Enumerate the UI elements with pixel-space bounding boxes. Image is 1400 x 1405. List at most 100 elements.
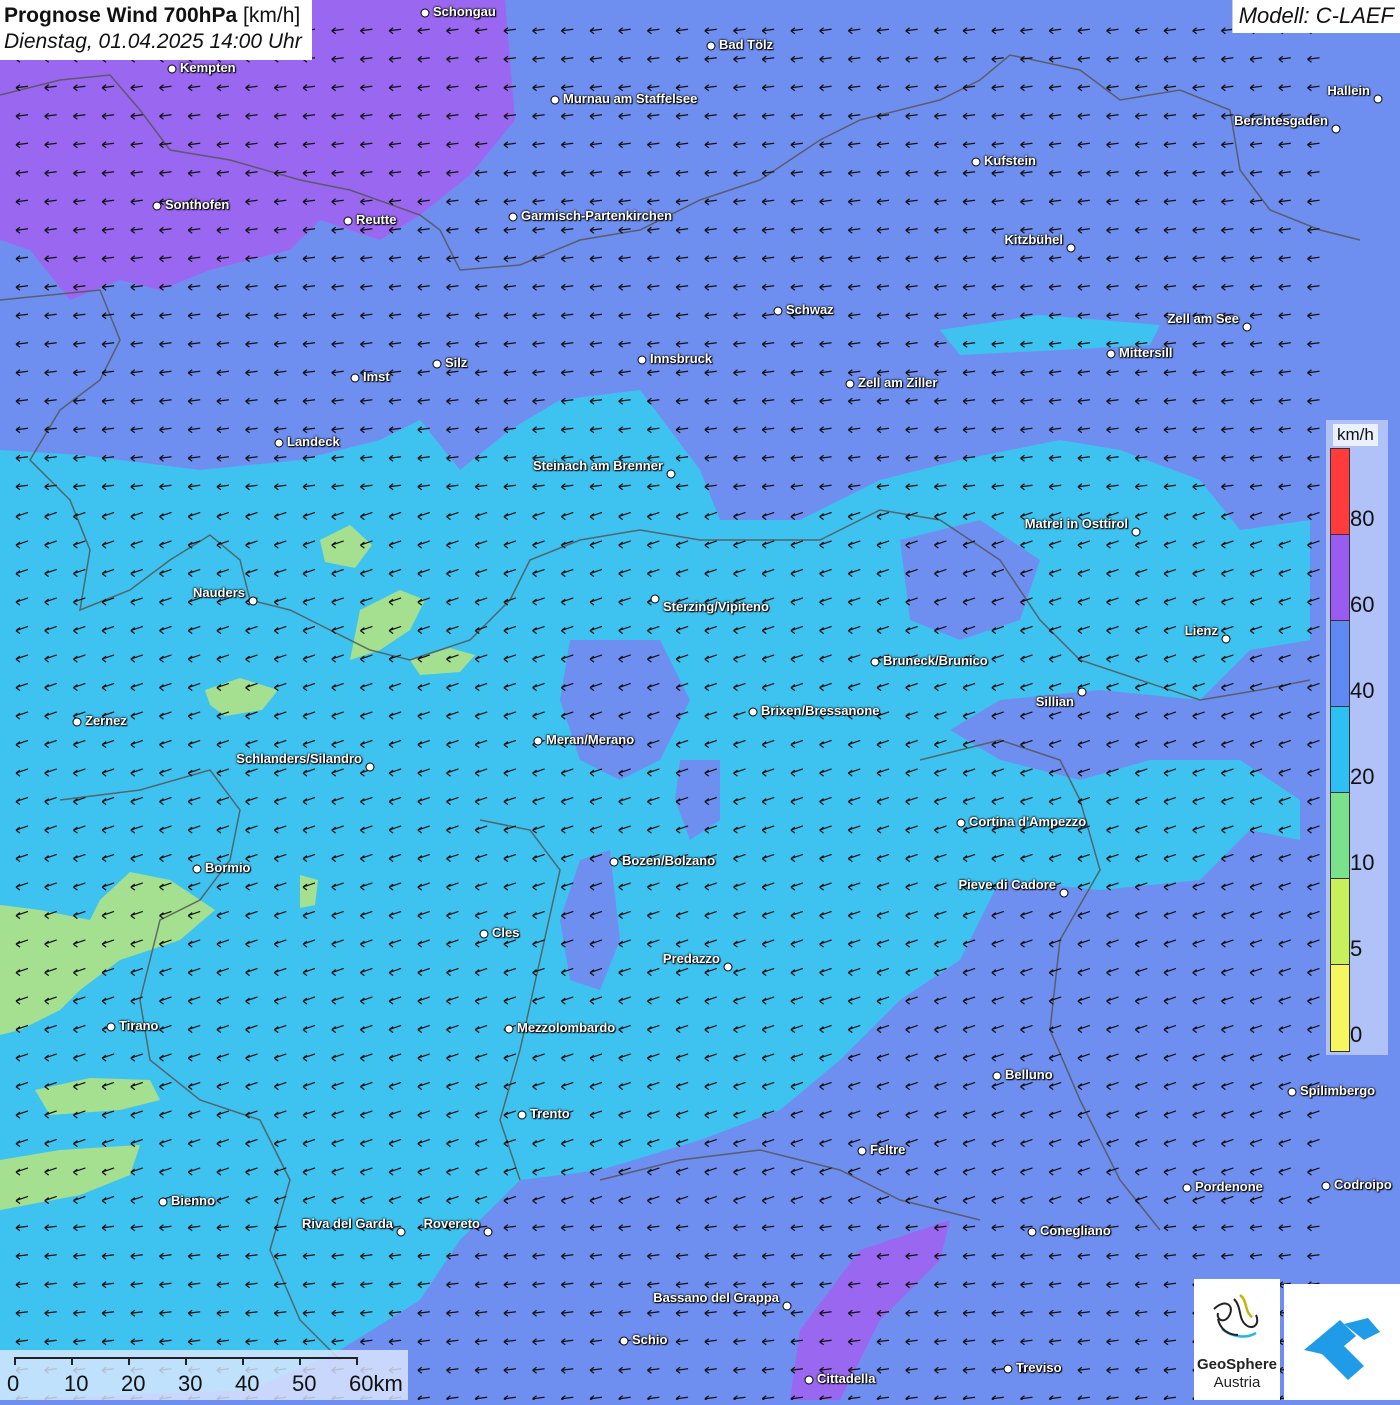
city-label: Zell am See <box>1167 311 1239 326</box>
city-marker <box>365 762 375 772</box>
city-marker <box>1373 94 1383 104</box>
city-label: Rovereto <box>423 1216 480 1231</box>
city-marker <box>274 438 284 448</box>
city-label: Berchtesgaden <box>1234 113 1328 128</box>
city-marker <box>1242 322 1252 332</box>
scale-label: 30 <box>178 1371 203 1396</box>
model-label: Modell: C-LAEF <box>1231 0 1400 33</box>
city-label: Trento <box>530 1106 570 1121</box>
city-label: Predazzo <box>662 951 720 966</box>
city-marker <box>956 818 966 828</box>
city-marker <box>1003 1364 1013 1374</box>
city-label: Nauders <box>192 585 245 600</box>
city-marker <box>619 1336 629 1346</box>
city-marker <box>1059 888 1069 898</box>
city-marker <box>992 1071 1002 1081</box>
legend-label: 20 <box>1350 764 1375 789</box>
city-label: Hallein <box>1327 83 1370 98</box>
geosphere-logo-line2: Austria <box>1213 1374 1261 1391</box>
scale-tick <box>299 1357 301 1365</box>
city-label: Schio <box>632 1332 668 1347</box>
city-label: Spilimbergo <box>1300 1083 1376 1098</box>
city-label: Kitzbühel <box>1004 232 1064 247</box>
city-label: Pieve di Cadore <box>958 877 1056 892</box>
map-title-box: Prognose Wind 700hPa [km/h] Dienstag, 01… <box>0 0 312 60</box>
scale-label: 40 <box>235 1371 260 1396</box>
legend-color-segment <box>1330 792 1350 880</box>
city-label: Bormio <box>205 860 251 875</box>
city-marker <box>723 962 733 972</box>
city-marker <box>350 373 360 383</box>
city-label: Meran/Merano <box>546 732 635 747</box>
legend-label: 5 <box>1350 936 1363 961</box>
city-label: Cittadella <box>817 1371 876 1386</box>
city-label: Bozen/Bolzano <box>622 853 716 868</box>
city-label: Silz <box>445 355 468 370</box>
city-label: Bruneck/Brunico <box>883 653 988 668</box>
city-label: Mezzolombardo <box>517 1020 616 1035</box>
city-marker <box>479 929 489 939</box>
city-marker <box>845 379 855 389</box>
legend-unit: km/h <box>1333 424 1378 446</box>
legend-label: 0 <box>1350 1022 1363 1047</box>
legend-color-segment <box>1330 620 1350 708</box>
city-label: Cles <box>492 925 520 940</box>
city-label: Bad Tölz <box>719 37 774 52</box>
city-marker <box>870 657 880 667</box>
legend-color-segment <box>1330 964 1350 1052</box>
city-marker <box>192 864 202 874</box>
city-marker <box>343 216 353 226</box>
city-label: Treviso <box>1016 1360 1062 1375</box>
city-marker <box>158 1197 168 1207</box>
city-marker <box>804 1375 814 1385</box>
map-title: Prognose Wind 700hPa [km/h] <box>4 4 301 27</box>
legend-color-segment <box>1330 448 1350 536</box>
app-logo[interactable] <box>1284 1284 1400 1400</box>
city-marker <box>748 707 758 717</box>
legend-color-segment <box>1330 706 1350 794</box>
city-label: Belluno <box>1005 1067 1053 1082</box>
city-marker <box>550 95 560 105</box>
city-label: Steinach am Brenner <box>532 458 663 473</box>
legend-label: 10 <box>1350 850 1375 875</box>
city-marker <box>1321 1181 1331 1191</box>
city-marker <box>1221 634 1231 644</box>
city-label: Schlanders/Silandro <box>236 751 362 766</box>
scale-tick <box>128 1357 130 1365</box>
city-label: Garmisch-Partenkirchen <box>521 208 673 223</box>
city-label: Imst <box>363 369 390 384</box>
map-title-unit: [km/h] <box>243 4 301 27</box>
city-marker <box>1131 527 1141 537</box>
city-marker <box>517 1110 527 1120</box>
city-marker <box>1331 124 1341 134</box>
city-marker <box>666 469 676 479</box>
scale-tick <box>14 1357 16 1365</box>
city-label: Sterzing/Vipiteno <box>663 599 769 614</box>
legend-color-segment <box>1330 878 1350 966</box>
city-marker <box>1077 687 1087 697</box>
city-label: Kempten <box>180 60 236 75</box>
city-label: Zernez <box>85 713 127 728</box>
city-marker <box>857 1146 867 1156</box>
city-label: Riva del Garda <box>301 1216 393 1231</box>
legend-color-segment <box>1330 534 1350 622</box>
city-marker <box>504 1024 514 1034</box>
city-label: Sillian <box>1035 694 1074 709</box>
city-marker <box>167 64 177 74</box>
city-label: Reutte <box>356 212 397 227</box>
city-label: Pordenone <box>1195 1179 1263 1194</box>
city-marker <box>782 1301 792 1311</box>
city-label: Mittersill <box>1119 345 1173 360</box>
city-label: Schwaz <box>786 302 834 317</box>
city-marker <box>1287 1087 1297 1097</box>
city-marker <box>106 1022 116 1032</box>
city-label: Feltre <box>870 1142 906 1157</box>
legend-label: 40 <box>1350 678 1375 703</box>
scale-label: 60km <box>349 1371 403 1396</box>
geosphere-emblem-icon <box>1213 1294 1259 1338</box>
city-marker <box>609 857 619 867</box>
city-label: Tirano <box>119 1018 159 1033</box>
scale-tick <box>185 1357 187 1365</box>
scale-tick <box>242 1357 244 1365</box>
city-label: Bienno <box>171 1193 216 1208</box>
